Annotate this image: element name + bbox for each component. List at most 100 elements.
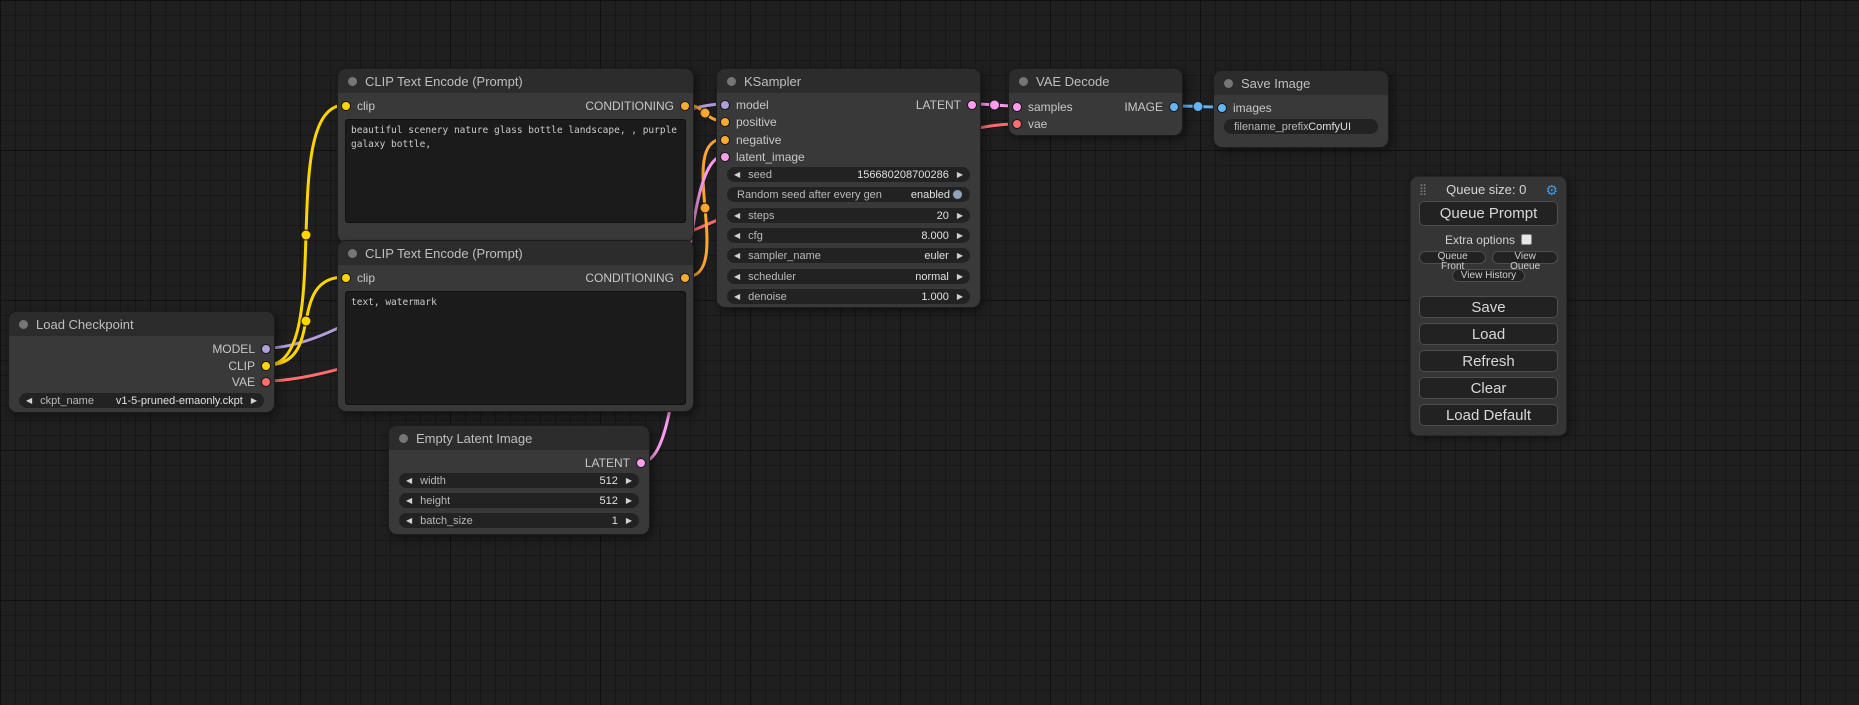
settings-gear-icon[interactable]: ⚙ (1545, 183, 1558, 197)
extra-options-checkbox[interactable] (1521, 234, 1532, 245)
widget-ckpt-name[interactable]: ◀ ckpt_name v1-5-pruned-emaonly.ckpt ▶ (19, 393, 264, 408)
input-slot-images[interactable]: images (1217, 100, 1272, 116)
input-slot-positive[interactable]: positive (720, 114, 777, 130)
collapse-dot[interactable] (1019, 77, 1028, 86)
decrement-arrow-icon[interactable]: ◀ (734, 232, 740, 240)
widget-batch-size[interactable]: ◀ batch_size 1 ▶ (399, 513, 639, 528)
queue-prompt-button[interactable]: Queue Prompt (1419, 201, 1558, 226)
negative-prompt-textarea[interactable]: text, watermark (345, 291, 686, 405)
slot-dot-model[interactable] (261, 344, 271, 354)
decrement-arrow-icon[interactable]: ◀ (734, 293, 740, 301)
increment-arrow-icon[interactable]: ▶ (957, 212, 963, 220)
increment-arrow-icon[interactable]: ▶ (626, 497, 632, 505)
slot-dot-image[interactable] (1169, 102, 1179, 112)
decrement-arrow-icon[interactable]: ◀ (734, 252, 740, 260)
output-slot-conditioning[interactable]: CONDITIONING (585, 98, 690, 114)
increment-arrow-icon[interactable]: ▶ (626, 517, 632, 525)
toggle-dot[interactable] (952, 189, 963, 200)
slot-dot-conditioning[interactable] (680, 273, 690, 283)
increment-arrow-icon[interactable]: ▶ (957, 252, 963, 260)
widget-seed[interactable]: ◀ seed 156680208700286 ▶ (727, 167, 970, 182)
widget-cfg[interactable]: ◀ cfg 8.000 ▶ (727, 228, 970, 243)
widget-filename-prefix[interactable]: filename_prefix ComfyUI (1224, 119, 1378, 134)
node-clip-text-encode-positive[interactable]: CLIP Text Encode (Prompt) clip CONDITION… (337, 68, 694, 243)
collapse-dot[interactable] (348, 249, 357, 258)
decrement-arrow-icon[interactable]: ◀ (734, 171, 740, 179)
node-title-bar[interactable]: KSampler (717, 69, 980, 93)
output-slot-latent[interactable]: LATENT (585, 455, 646, 471)
clear-button[interactable]: Clear (1419, 377, 1558, 399)
view-history-button[interactable]: View History (1452, 269, 1525, 282)
output-slot-conditioning[interactable]: CONDITIONING (585, 270, 690, 286)
slot-dot-conditioning[interactable] (720, 117, 730, 127)
increment-arrow-icon[interactable]: ▶ (957, 171, 963, 179)
decrement-arrow-icon[interactable]: ◀ (734, 273, 740, 281)
output-slot-latent[interactable]: LATENT (916, 97, 977, 113)
slot-dot-vae[interactable] (1012, 119, 1022, 129)
input-slot-model[interactable]: model (720, 97, 769, 113)
input-slot-clip[interactable]: clip (341, 270, 375, 286)
load-default-button[interactable]: Load Default (1419, 404, 1558, 426)
node-title-bar[interactable]: CLIP Text Encode (Prompt) (338, 69, 693, 93)
increment-arrow-icon[interactable]: ▶ (251, 397, 257, 405)
node-title-bar[interactable]: Save Image (1214, 71, 1388, 95)
decrement-arrow-icon[interactable]: ◀ (406, 477, 412, 485)
node-clip-text-encode-negative[interactable]: CLIP Text Encode (Prompt) clip CONDITION… (337, 240, 694, 412)
decrement-arrow-icon[interactable]: ◀ (734, 212, 740, 220)
collapse-dot[interactable] (19, 320, 28, 329)
input-slot-clip[interactable]: clip (341, 98, 375, 114)
output-slot-clip[interactable]: CLIP (228, 358, 271, 374)
collapse-dot[interactable] (1224, 79, 1233, 88)
node-load-checkpoint[interactable]: Load Checkpoint MODEL CLIP VAE ◀ ckpt_na… (8, 311, 275, 413)
slot-dot-latent[interactable] (636, 458, 646, 468)
collapse-dot[interactable] (727, 77, 736, 86)
queue-front-button[interactable]: Queue Front (1419, 251, 1486, 264)
node-vae-decode[interactable]: VAE Decode samples vae IMAGE (1008, 68, 1183, 136)
slot-dot-model[interactable] (720, 100, 730, 110)
output-slot-vae[interactable]: VAE (232, 374, 271, 390)
widget-random-seed-toggle[interactable]: Random seed after every gen enabled (727, 187, 970, 202)
slot-dot-conditioning[interactable] (720, 135, 730, 145)
input-slot-latent-image[interactable]: latent_image (720, 149, 805, 165)
widget-scheduler[interactable]: ◀ scheduler normal ▶ (727, 269, 970, 284)
slot-dot-latent[interactable] (1012, 102, 1022, 112)
widget-denoise[interactable]: ◀ denoise 1.000 ▶ (727, 289, 970, 304)
output-slot-model[interactable]: MODEL (212, 341, 271, 357)
node-ksampler[interactable]: KSampler model positive negative latent_… (716, 68, 981, 308)
slot-dot-latent[interactable] (720, 152, 730, 162)
input-slot-samples[interactable]: samples (1012, 99, 1073, 115)
slot-dot-clip[interactable] (341, 273, 351, 283)
node-empty-latent-image[interactable]: Empty Latent Image LATENT ◀ width 512 ▶ … (388, 425, 650, 535)
slot-dot-conditioning[interactable] (680, 101, 690, 111)
increment-arrow-icon[interactable]: ▶ (957, 232, 963, 240)
widget-steps[interactable]: ◀ steps 20 ▶ (727, 208, 970, 223)
slot-dot-clip[interactable] (341, 101, 351, 111)
input-slot-negative[interactable]: negative (720, 132, 781, 148)
node-save-image[interactable]: Save Image images filename_prefix ComfyU… (1213, 70, 1389, 148)
node-title-bar[interactable]: Load Checkpoint (9, 312, 274, 336)
slot-dot-image[interactable] (1217, 103, 1227, 113)
refresh-button[interactable]: Refresh (1419, 350, 1558, 372)
increment-arrow-icon[interactable]: ▶ (957, 293, 963, 301)
positive-prompt-textarea[interactable]: beautiful scenery nature glass bottle la… (345, 119, 686, 223)
node-title-bar[interactable]: CLIP Text Encode (Prompt) (338, 241, 693, 265)
input-slot-vae[interactable]: vae (1012, 116, 1047, 132)
view-queue-button[interactable]: View Queue (1492, 251, 1558, 264)
node-title-bar[interactable]: Empty Latent Image (389, 426, 649, 450)
collapse-dot[interactable] (399, 434, 408, 443)
increment-arrow-icon[interactable]: ▶ (626, 477, 632, 485)
increment-arrow-icon[interactable]: ▶ (957, 273, 963, 281)
load-button[interactable]: Load (1419, 323, 1558, 345)
slot-dot-clip[interactable] (261, 361, 271, 371)
output-slot-image[interactable]: IMAGE (1124, 99, 1179, 115)
node-canvas[interactable]: Load Checkpoint MODEL CLIP VAE ◀ ckpt_na… (0, 0, 1859, 705)
decrement-arrow-icon[interactable]: ◀ (406, 517, 412, 525)
widget-sampler-name[interactable]: ◀ sampler_name euler ▶ (727, 248, 970, 263)
decrement-arrow-icon[interactable]: ◀ (406, 497, 412, 505)
save-button[interactable]: Save (1419, 296, 1558, 318)
collapse-dot[interactable] (348, 77, 357, 86)
slot-dot-vae[interactable] (261, 377, 271, 387)
slot-dot-latent[interactable] (967, 100, 977, 110)
node-title-bar[interactable]: VAE Decode (1009, 69, 1182, 93)
widget-width[interactable]: ◀ width 512 ▶ (399, 473, 639, 488)
